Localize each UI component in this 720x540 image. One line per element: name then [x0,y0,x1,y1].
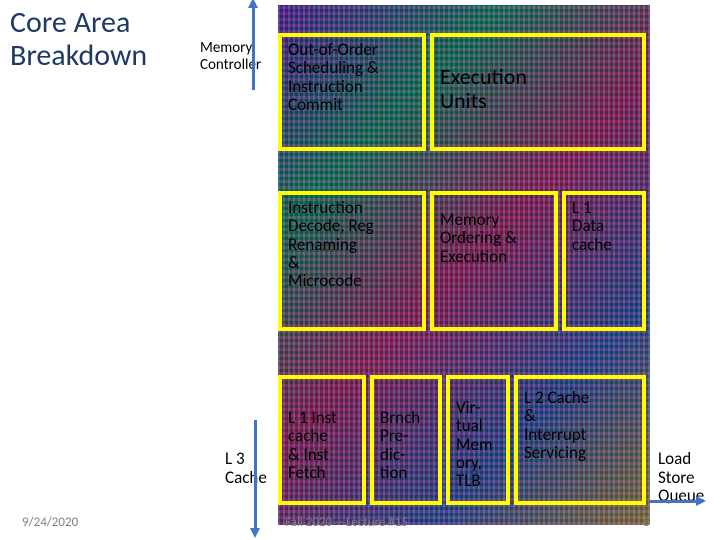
slide-title: Core AreaBreakdown [10,6,147,72]
arrow-up-icon [252,6,255,90]
block-l1-data: L 1Datacache [562,191,646,331]
footer-text: Fall 2020 -- Lecture #15 [285,515,408,530]
block-exec-units: ExecutionUnits [430,33,646,151]
footer-page: 5 [643,515,650,530]
block-virtual-mem: Vir-tualMemory,TLB [446,375,510,505]
arrow-down-icon [254,420,257,530]
footer-date: 9/24/2020 [22,515,78,530]
block-branch-pred: BrnchPre-dic-tion [370,375,442,505]
block-l2-cache: L 2 Cache&InterruptServicing [514,375,646,505]
block-mem-order: MemoryOrdering &Execution [430,191,558,331]
block-l1-inst: L 1 Instcache& InstFetch [278,375,366,505]
block-ooo: Out-of-OrderScheduling &InstructionCommi… [278,33,426,151]
l3-cache-label: L 3Cache [225,450,267,487]
block-decode: InstructionDecode, RegRenaming&Microcode [278,191,426,331]
die-photo: Out-of-OrderScheduling &InstructionCommi… [278,5,650,525]
